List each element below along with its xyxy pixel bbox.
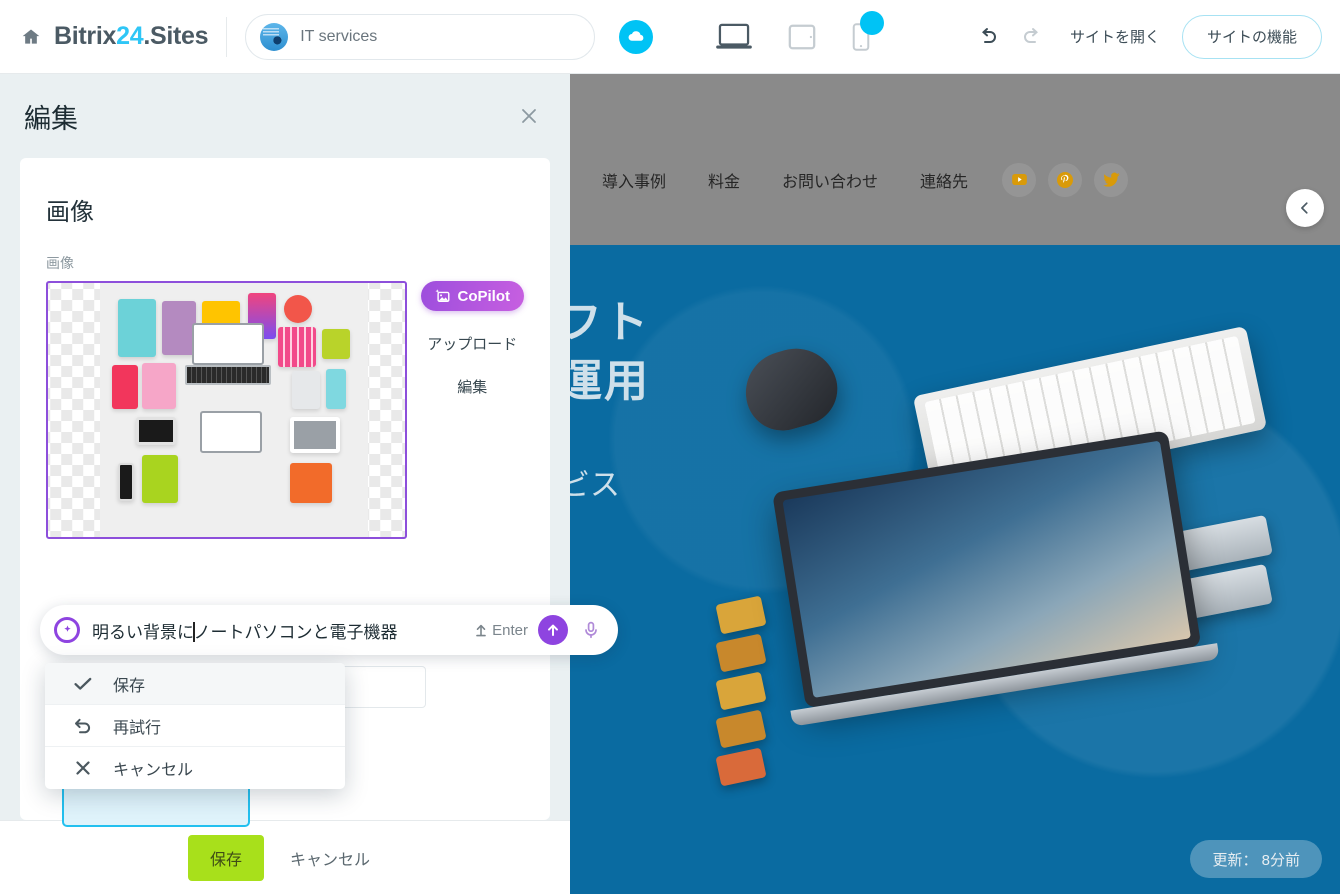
site-search-value: IT services: [300, 27, 378, 45]
device-view-switcher: [715, 10, 885, 53]
preview-collapse-button[interactable]: [1286, 189, 1324, 227]
redo-icon[interactable]: [1010, 17, 1054, 57]
image-actions: CoPilot アップロード 編集: [420, 281, 524, 397]
prompt-microphone-button[interactable]: [578, 617, 604, 643]
brand-accent: 24: [116, 22, 144, 50]
brand-suffix: .Sites: [143, 22, 209, 50]
copilot-circle-icon: [54, 617, 80, 643]
site-preview: 導入事例 料金 お問い合わせ 連絡先 フト 運用 ビス 更新： 8分前: [570, 74, 1340, 894]
site-search-input[interactable]: IT services: [245, 13, 596, 60]
cancel-button[interactable]: キャンセル: [290, 846, 370, 870]
save-button[interactable]: 保存: [188, 834, 265, 881]
image-content: [100, 283, 368, 537]
preview-nav-item[interactable]: 連絡先: [920, 168, 968, 192]
enter-key-icon: [476, 624, 486, 637]
preview-social-links: [1002, 162, 1129, 197]
cloud-icon[interactable]: [619, 19, 654, 54]
app-brand: Bitrix24.Sites: [54, 22, 209, 51]
preview-hero: フト 運用 ビス: [570, 245, 1340, 894]
image-laptop-object: [184, 323, 272, 385]
image-field-row: CoPilot アップロード 編集: [46, 281, 524, 539]
youtube-icon[interactable]: [1002, 162, 1037, 197]
section-title: 画像: [46, 199, 94, 226]
copilot-prompt-text: 明るい背景にノートパソコンと電子機器: [92, 618, 398, 643]
image-objects: [100, 283, 368, 537]
edit-panel-header: 編集: [0, 74, 570, 158]
site-favicon-icon: [260, 22, 289, 51]
image-field-label: 画像: [46, 255, 74, 271]
x-icon: [73, 758, 93, 778]
brand-prefix: Bitrix: [54, 22, 117, 50]
retry-arrow-icon: [73, 716, 93, 736]
menu-item-label: 保存: [113, 677, 146, 695]
edit-panel: 編集 画像 画像 CoPilot アップロード 編集 明るい背景にノートパソコン…: [0, 74, 618, 894]
mobile-view-badge: [860, 10, 885, 35]
hero-mouse-image: [736, 338, 846, 440]
copilot-label: CoPilot: [457, 287, 511, 305]
image-laptop-object-2: [200, 411, 262, 453]
menu-item-label: キャンセル: [113, 762, 194, 779]
open-site-link[interactable]: サイトを開く: [1070, 26, 1160, 47]
undo-icon[interactable]: [966, 17, 1010, 57]
microphone-icon: [585, 621, 597, 639]
desktop-view[interactable]: [715, 22, 753, 52]
site-features-button[interactable]: サイトの機能: [1181, 14, 1322, 59]
image-preview-thumbnail[interactable]: [46, 281, 407, 539]
preview-hero-title: フト 運用: [570, 298, 650, 407]
copilot-result-menu: 保存 再試行 キャンセル: [45, 663, 345, 789]
copilot-prompt-bar[interactable]: 明るい背景にノートパソコンと電子機器 Enter: [40, 605, 618, 655]
twitter-icon[interactable]: [1094, 162, 1129, 197]
preview-nav-item[interactable]: 導入事例: [602, 168, 666, 192]
prompt-text-before: 明るい背景に: [92, 622, 194, 642]
pinterest-icon[interactable]: [1048, 162, 1083, 197]
prompt-actions: Enter: [475, 615, 604, 645]
edit-panel-body: 画像 画像 CoPilot アップロード 編集 明るい背景にノートパソコンと電子…: [20, 158, 618, 827]
edit-panel-footer: 保存 キャンセル: [0, 820, 570, 894]
hidden-action-button[interactable]: [62, 783, 250, 827]
edit-link[interactable]: 編集: [457, 376, 487, 397]
preview-nav-item[interactable]: 料金: [708, 168, 740, 192]
tablet-view[interactable]: [787, 22, 817, 52]
enter-hint: Enter: [475, 622, 528, 639]
hero-laptop-image: [772, 430, 1220, 749]
divider: [226, 16, 228, 57]
close-icon[interactable]: [512, 99, 546, 133]
menu-item-label: 再試行: [113, 719, 162, 737]
menu-item-retry[interactable]: 再試行: [45, 705, 345, 747]
image-sparkle-icon: [434, 289, 449, 303]
mobile-view[interactable]: [851, 10, 885, 53]
prompt-text-after: ノートパソコンと電子機器: [193, 622, 398, 642]
arrow-up-icon: [548, 624, 558, 636]
home-icon[interactable]: [18, 24, 44, 50]
copilot-button[interactable]: CoPilot: [420, 281, 524, 311]
preview-updated-badge: 更新： 8分前: [1190, 840, 1322, 878]
preview-hero-subtitle: ビス: [570, 469, 620, 502]
menu-item-save[interactable]: 保存: [45, 663, 345, 705]
enter-label: Enter: [492, 621, 528, 639]
check-icon: [73, 674, 93, 694]
preview-nav-item[interactable]: お問い合わせ: [782, 168, 878, 192]
preview-site-nav: 導入事例 料金 お問い合わせ 連絡先: [570, 74, 1340, 245]
app-topbar: Bitrix24.Sites IT services サイトを開く サイトの機能: [0, 0, 1340, 74]
preview-nav-menu: 導入事例 料金 お問い合わせ 連絡先: [602, 168, 968, 192]
hero-memory-cards-image: [715, 595, 767, 790]
topbar-right-tools: サイトを開く サイトの機能: [966, 14, 1340, 59]
menu-item-cancel[interactable]: キャンセル: [45, 747, 345, 789]
page-title: 編集: [24, 103, 78, 134]
prompt-send-button[interactable]: [538, 615, 568, 645]
upload-link[interactable]: アップロード: [427, 333, 517, 354]
